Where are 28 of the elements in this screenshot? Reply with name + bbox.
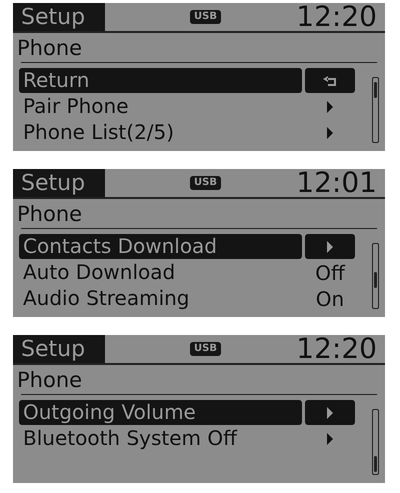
clock-time: 12:20 — [296, 2, 377, 32]
clock-time: 12:20 — [296, 334, 377, 364]
menu-item[interactable]: Audio Streaming — [19, 286, 302, 311]
arrow-icon — [326, 406, 334, 420]
row-value: On — [316, 286, 344, 312]
menu-item[interactable]: Bluetooth System Off — [19, 426, 302, 451]
section-title: Phone — [17, 201, 84, 228]
row-value: Off — [315, 260, 345, 286]
clock-time: 12:01 — [296, 168, 377, 198]
usb-badge: USB — [190, 10, 221, 24]
setup-title: Setup — [13, 335, 105, 363]
arrow-icon — [326, 432, 334, 446]
setup-title: Setup — [13, 3, 105, 31]
return-icon — [322, 74, 338, 86]
menu-item[interactable]: Pair Phone — [19, 94, 302, 119]
menu-item[interactable]: Auto Download — [19, 260, 302, 285]
setup-title: Setup — [13, 169, 105, 197]
menu-item[interactable]: Phone List(2/5) — [19, 120, 302, 145]
arrow-icon — [326, 100, 334, 114]
usb-badge: USB — [190, 176, 221, 190]
arrow-icon — [326, 240, 334, 254]
menu-item[interactable]: Return — [19, 68, 302, 93]
menu-item[interactable]: Contacts Download — [19, 234, 302, 259]
arrow-icon — [326, 126, 334, 140]
usb-badge: USB — [190, 342, 221, 356]
section-title: Phone — [17, 35, 84, 62]
menu-item[interactable]: Outgoing Volume — [19, 400, 302, 425]
section-title: Phone — [17, 367, 84, 394]
